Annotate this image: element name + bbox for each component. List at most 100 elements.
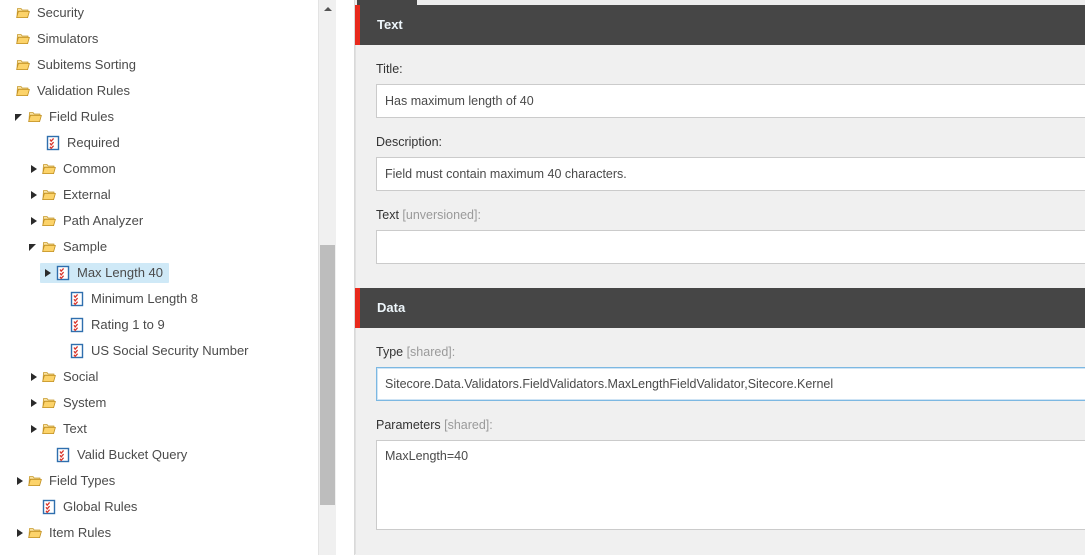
tree-item-row[interactable]: Sample — [26, 237, 113, 257]
item-editor-panel: Text Title: Has maximum length of 40 Descri… — [354, 0, 1085, 555]
tree-item-row[interactable]: Valid Bucket Query — [40, 445, 193, 465]
type-field[interactable]: Sitecore.Data.Validators.FieldValidators… — [376, 367, 1085, 401]
field-label-qualifier: [unversioned]: — [402, 208, 481, 222]
tree-item-label: Social — [63, 369, 99, 384]
field-label-text: Text [unversioned]: — [376, 191, 1085, 230]
parameters-field[interactable]: MaxLength=40 — [376, 440, 1085, 530]
checklist-icon — [69, 343, 85, 359]
checklist-icon — [45, 135, 61, 151]
collapse-triangle-icon[interactable] — [27, 237, 41, 257]
tree-item-sample[interactable]: Sample — [0, 234, 336, 260]
tree-item-label: Simulators — [37, 31, 99, 46]
tree-item-subitems-sorting[interactable]: Subitems Sorting — [0, 52, 336, 78]
tree-item-label: Validation Rules — [37, 83, 130, 98]
tree-scrollbar-thumb[interactable] — [320, 245, 335, 505]
expand-triangle-icon[interactable] — [41, 263, 55, 283]
tree-item-label: External — [63, 187, 111, 202]
checklist-icon — [55, 447, 71, 463]
tree-item-row[interactable]: Global Rules — [26, 497, 143, 517]
expand-triangle-icon[interactable] — [27, 367, 41, 387]
content-editor-window: Security Simulators Subitems Sorting Valida… — [0, 0, 1085, 555]
twisty-placeholder — [55, 341, 69, 361]
tree-item-label: Security — [37, 5, 84, 20]
folder-icon — [41, 239, 57, 255]
tree-item-row[interactable]: Simulators — [0, 29, 104, 49]
tree-item-row[interactable]: Rating 1 to 9 — [54, 315, 171, 335]
scroll-up-arrow-icon[interactable] — [319, 0, 336, 17]
tree-item-label: Common — [63, 161, 116, 176]
expand-triangle-icon[interactable] — [27, 419, 41, 439]
field-label-text: Parameters — [376, 418, 445, 432]
section-header-text[interactable]: Text — [355, 5, 1085, 45]
twisty-placeholder — [55, 289, 69, 309]
tree-item-row[interactable]: Subitems Sorting — [0, 55, 142, 75]
tree-item-common[interactable]: Common — [0, 156, 336, 182]
folder-icon — [41, 213, 57, 229]
collapse-triangle-icon[interactable] — [13, 107, 27, 127]
tree-item-rating-1-to-9[interactable]: Rating 1 to 9 — [0, 312, 336, 338]
folder-icon — [15, 83, 31, 99]
tree-item-row[interactable]: Social — [26, 367, 104, 387]
section-title: Data — [377, 300, 406, 315]
tree-item-row[interactable]: Item Rules — [12, 523, 117, 543]
tree-item-valid-bucket-query[interactable]: Valid Bucket Query — [0, 442, 336, 468]
tree-item-row[interactable]: Common — [26, 159, 122, 179]
folder-icon — [27, 525, 43, 541]
expand-triangle-icon[interactable] — [13, 471, 27, 491]
tree-item-row[interactable]: External — [26, 185, 117, 205]
twisty-placeholder — [1, 3, 15, 23]
tree-item-path-analyzer[interactable]: Path Analyzer — [0, 208, 336, 234]
tree-item-minimum-length-8[interactable]: Minimum Length 8 — [0, 286, 336, 312]
tree-item-row[interactable]: Field Rules — [12, 107, 120, 127]
tree-item-social[interactable]: Social — [0, 364, 336, 390]
tree-item-label: Rating 1 to 9 — [91, 317, 165, 332]
section-body-text: Title: Has maximum length of 40 Descriptio… — [355, 45, 1085, 288]
expand-triangle-icon[interactable] — [27, 393, 41, 413]
tree-item-row[interactable]: Required — [30, 133, 126, 153]
expand-triangle-icon[interactable] — [27, 211, 41, 231]
tree-item-row[interactable]: US Social Security Number — [54, 341, 255, 361]
tree-item-external[interactable]: External — [0, 182, 336, 208]
tree-item-row[interactable]: Minimum Length 8 — [54, 289, 204, 309]
tree-item-label: Max Length 40 — [77, 265, 164, 280]
description-field[interactable]: Field must contain maximum 40 characters… — [376, 157, 1085, 191]
tree-item-security[interactable]: Security — [0, 0, 336, 26]
tree-item-label: Field Rules — [49, 109, 115, 124]
tree-item-required[interactable]: Required — [0, 130, 336, 156]
tree-item-max-length-40[interactable]: Max Length 40 — [0, 260, 336, 286]
tree-item-us-social-security-number[interactable]: US Social Security Number — [0, 338, 336, 364]
field-block-title: Title: Has maximum length of 40 — [356, 45, 1085, 118]
tree-vertical-scrollbar[interactable] — [318, 0, 336, 555]
tree-item-row[interactable]: Validation Rules — [0, 81, 136, 101]
tree-item-row[interactable]: Path Analyzer — [26, 211, 149, 231]
field-label-title: Title: — [376, 45, 1085, 84]
text-field[interactable] — [376, 230, 1085, 264]
tree-item-global-rules[interactable]: Global Rules — [0, 494, 336, 520]
tree-item-row[interactable]: Max Length 40 — [40, 263, 170, 283]
twisty-placeholder — [1, 29, 15, 49]
section-header-data[interactable]: Data — [355, 288, 1085, 328]
tree-item-row[interactable]: System — [26, 393, 112, 413]
twisty-placeholder — [31, 133, 45, 153]
field-block-type: Type [shared]: Sitecore.Data.Validators.F… — [356, 328, 1085, 401]
tree-item-validation-rules[interactable]: Validation Rules — [0, 78, 336, 104]
tree-item-row[interactable]: Security — [0, 3, 90, 23]
tree-item-item-rules[interactable]: Item Rules — [0, 520, 336, 546]
tree-item-system[interactable]: System — [0, 390, 336, 416]
expand-triangle-icon[interactable] — [27, 185, 41, 205]
tree-item-row[interactable]: Text — [26, 419, 93, 439]
title-field[interactable]: Has maximum length of 40 — [376, 84, 1085, 118]
field-label-description: Description: — [376, 118, 1085, 157]
expand-triangle-icon[interactable] — [13, 523, 27, 543]
field-label-parameters: Parameters [shared]: — [376, 401, 1085, 440]
tree-item-text[interactable]: Text — [0, 416, 336, 442]
tree-item-simulators[interactable]: Simulators — [0, 26, 336, 52]
tree-item-row[interactable]: Field Types — [12, 471, 121, 491]
folder-icon — [15, 57, 31, 73]
tree-item-field-rules[interactable]: Field Rules — [0, 104, 336, 130]
expand-triangle-icon[interactable] — [27, 159, 41, 179]
checklist-icon — [41, 499, 57, 515]
tree-item-field-types[interactable]: Field Types — [0, 468, 336, 494]
